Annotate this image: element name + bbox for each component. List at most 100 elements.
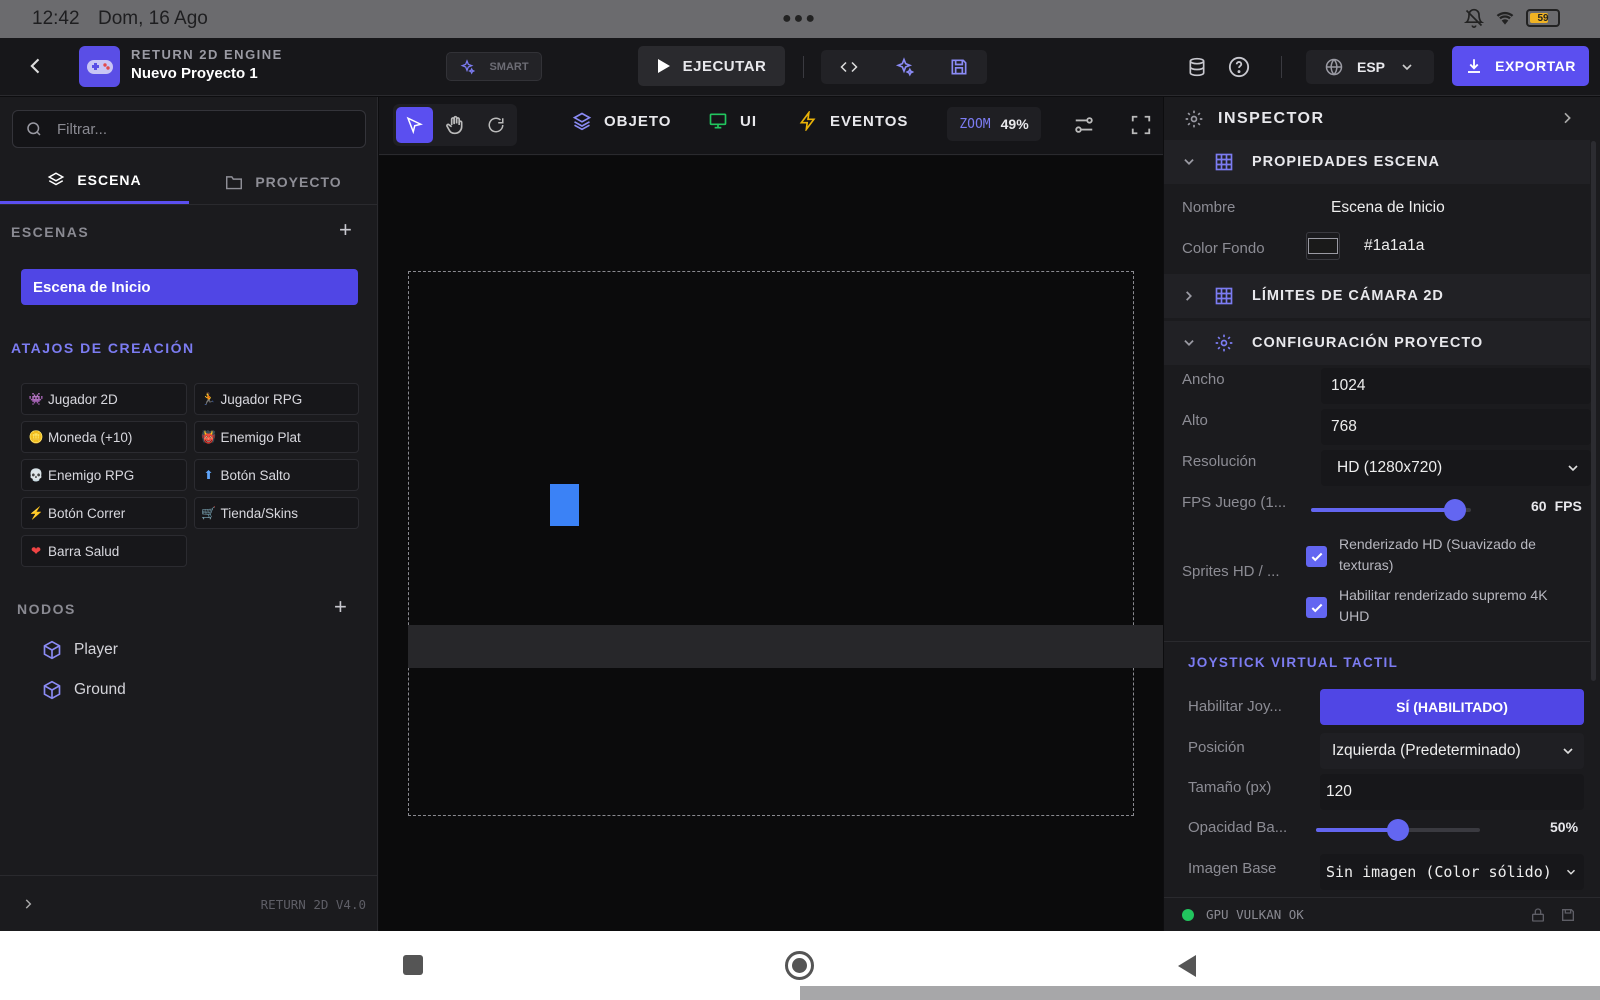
chevron-down-icon xyxy=(1566,869,1576,875)
database-icon[interactable] xyxy=(1182,52,1212,82)
recents-icon[interactable] xyxy=(403,955,423,975)
sparkles-icon[interactable] xyxy=(876,57,931,77)
shortcut-barra-salud[interactable]: ❤ Barra Salud xyxy=(21,535,187,567)
scene-item[interactable]: Escena de Inicio xyxy=(21,269,358,305)
sliders-settings-icon[interactable] xyxy=(1073,114,1095,136)
hand-tool-icon[interactable] xyxy=(437,107,474,143)
enable-joystick-value: SÍ (HABILITADO) xyxy=(1396,699,1508,715)
bg-color-swatch[interactable] xyxy=(1306,232,1340,260)
tool-group xyxy=(393,104,517,146)
tab-eventos[interactable]: EVENTOS xyxy=(798,111,908,131)
chevron-right-icon[interactable] xyxy=(21,896,35,912)
filter-input[interactable]: Filtrar... xyxy=(12,110,366,148)
shortcut-tienda-skins[interactable]: 🛒 Tienda/Skins xyxy=(193,497,359,529)
size-value: 120 xyxy=(1326,783,1352,800)
scene-props-group[interactable]: PROPIEDADES ESCENA xyxy=(1164,140,1590,184)
alien-icon: 👾 xyxy=(28,392,44,406)
tab-ui[interactable]: UI xyxy=(708,111,757,131)
shortcut-label: Enemigo Plat xyxy=(220,429,301,445)
scene-name-input[interactable]: Escena de Inicio xyxy=(1321,190,1591,226)
system-nav-bar xyxy=(0,931,1600,1000)
arrow-up-icon: ⬆ xyxy=(203,468,214,482)
check-icon xyxy=(1311,552,1322,561)
home-icon[interactable] xyxy=(785,951,814,980)
add-scene-icon[interactable]: + xyxy=(339,217,352,243)
cube-icon xyxy=(43,640,61,660)
heart-icon: ❤ xyxy=(30,544,42,558)
gear-icon xyxy=(1185,110,1203,127)
position-select[interactable]: Izquierda (Predeterminado) xyxy=(1320,733,1584,769)
width-input[interactable]: 1024 xyxy=(1321,368,1591,404)
shortcut-enemigo-rpg[interactable]: 💀 Enemigo RPG xyxy=(21,459,187,491)
opacity-slider-knob[interactable] xyxy=(1387,819,1409,841)
more-dots-icon[interactable]: ●●● xyxy=(782,10,817,28)
node-item[interactable]: Ground xyxy=(42,680,126,700)
uhd-render-checkbox[interactable] xyxy=(1306,597,1327,618)
download-icon xyxy=(1468,59,1481,73)
smart-button[interactable]: SMART xyxy=(446,52,542,81)
bg-color-value[interactable]: #1a1a1a xyxy=(1364,237,1424,255)
divider xyxy=(803,56,804,78)
language-select[interactable]: ESP xyxy=(1306,50,1434,84)
rotate-tool-icon[interactable] xyxy=(477,107,514,143)
resolution-label: Resolución xyxy=(1182,453,1257,470)
code-icon[interactable] xyxy=(821,58,876,76)
width-label: Ancho xyxy=(1182,371,1225,388)
height-input[interactable]: 768 xyxy=(1321,409,1591,445)
help-icon[interactable] xyxy=(1224,52,1254,82)
hd-render-checkbox[interactable] xyxy=(1306,546,1327,567)
add-node-icon[interactable]: + xyxy=(334,594,347,620)
fps-slider-knob[interactable] xyxy=(1444,499,1466,521)
chevron-right-icon xyxy=(1186,291,1192,301)
scenes-header: ESCENAS xyxy=(11,224,90,240)
toolbar-group xyxy=(821,50,987,84)
tab-proyecto[interactable]: PROYECTO xyxy=(189,159,378,204)
run-button[interactable]: EJECUTAR xyxy=(638,46,785,86)
fps-slider[interactable] xyxy=(1311,499,1471,521)
back-icon[interactable] xyxy=(1176,954,1198,978)
status-date: Dom, 16 Ago xyxy=(98,8,208,29)
project-config-group[interactable]: CONFIGURACIÓN PROYECTO xyxy=(1164,321,1590,365)
scene-name-value: Escena de Inicio xyxy=(1331,199,1445,216)
select-tool-icon[interactable] xyxy=(396,107,433,143)
shortcut-moneda[interactable]: 🪙 Moneda (+10) xyxy=(21,421,187,453)
export-button[interactable]: EXPORTAR xyxy=(1452,46,1589,86)
scrollbar[interactable] xyxy=(1591,141,1596,681)
height-value: 768 xyxy=(1331,418,1357,435)
save-icon[interactable] xyxy=(932,57,987,77)
node-item[interactable]: Player xyxy=(42,640,118,660)
cube-icon xyxy=(43,680,61,700)
tab-escena[interactable]: ESCENA xyxy=(0,159,189,204)
shortcut-boton-correr[interactable]: ⚡ Botón Correr xyxy=(21,497,187,529)
uhd-render-label-1: Habilitar renderizado supremo 4K xyxy=(1339,587,1548,603)
shortcut-jugador-2d[interactable]: 👾 Jugador 2D xyxy=(21,383,187,415)
shortcut-label: Jugador 2D xyxy=(48,391,118,407)
shortcut-label: Moneda (+10) xyxy=(48,429,133,445)
zoom-indicator[interactable]: ZOOM 49% xyxy=(947,107,1041,141)
resolution-select[interactable]: HD (1280x720) xyxy=(1321,450,1591,486)
tab-escena-label: ESCENA xyxy=(77,172,142,188)
ground-object[interactable] xyxy=(408,625,1163,668)
shortcut-enemigo-plat[interactable]: 👹 Enemigo Plat xyxy=(193,421,359,453)
tab-ui-label: UI xyxy=(740,112,757,130)
chevron-down-icon xyxy=(1563,748,1573,755)
back-arrow-icon[interactable] xyxy=(22,52,50,80)
shortcut-boton-salto[interactable]: ⬆ Botón Salto xyxy=(193,459,359,491)
camera-limits-group[interactable]: LÍMITES DE CÁMARA 2D xyxy=(1164,274,1590,318)
tab-objeto[interactable]: OBJETO xyxy=(572,111,671,131)
enable-joystick-button[interactable]: SÍ (HABILITADO) xyxy=(1320,689,1584,725)
inspector-footer: GPU VULKAN OK xyxy=(1164,897,1600,931)
fps-value: 60 xyxy=(1531,498,1547,514)
player-object[interactable] xyxy=(550,484,579,526)
opacity-label: Opacidad Ba... xyxy=(1188,819,1288,836)
wifi-icon xyxy=(1494,8,1516,28)
chevron-down-icon xyxy=(1184,340,1194,346)
size-input[interactable]: 120 xyxy=(1320,774,1584,810)
base-image-select[interactable]: Sin imagen (Color sólido) xyxy=(1320,854,1584,890)
opacity-slider[interactable] xyxy=(1316,819,1480,841)
base-image-label: Imagen Base xyxy=(1188,860,1277,877)
fullscreen-icon[interactable] xyxy=(1130,114,1152,136)
camera-limits-header: LÍMITES DE CÁMARA 2D xyxy=(1252,288,1444,304)
shortcut-jugador-rpg[interactable]: 🏃 Jugador RPG xyxy=(193,383,359,415)
resolution-value: HD (1280x720) xyxy=(1337,459,1443,476)
